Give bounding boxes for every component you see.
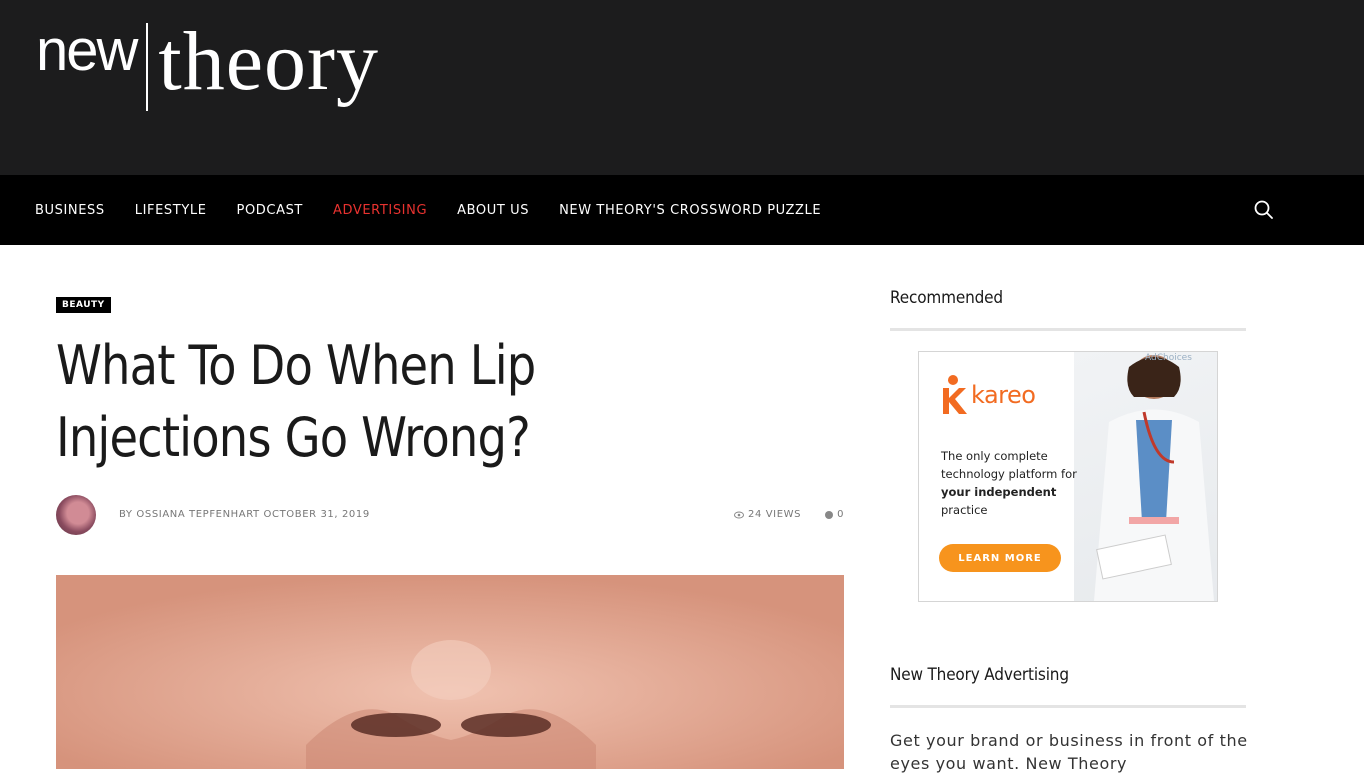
nav-item-crossword[interactable]: NEW THEORY'S CROSSWORD PUZZLE [559, 203, 821, 218]
kareo-ad[interactable]: AdChoices kareo The only complete techno… [918, 351, 1218, 602]
learn-more-button[interactable]: LEARN MORE [939, 544, 1061, 572]
ad-copy-bold: your independent [941, 485, 1057, 499]
logo-divider [146, 23, 149, 111]
ad-copy-plain: The only complete technology platform fo… [941, 449, 1077, 481]
adchoices-label[interactable]: AdChoices [1145, 353, 1192, 363]
article-byline: BY OSSIANA TEPFENHART OCTOBER 31, 2019 [119, 509, 370, 520]
article-hero-image [56, 575, 844, 769]
kareo-brand-text: kareo [971, 381, 1036, 409]
advertising-text: Get your brand or business in front of t… [890, 731, 1248, 773]
logo-theory-text: theory [158, 15, 379, 108]
main-nav: BUSINESS LIFESTYLE PODCAST ADVERTISING A… [0, 175, 1364, 245]
logo-new-text: new [36, 18, 138, 83]
kareo-logo-icon [943, 375, 967, 414]
nav-item-podcast[interactable]: PODCAST [237, 203, 303, 218]
recommended-divider [890, 328, 1246, 331]
search-icon[interactable] [1253, 199, 1275, 221]
category-badge[interactable]: BEAUTY [56, 297, 111, 313]
article-title: What To Do When Lip Injections Go Wrong? [56, 334, 536, 469]
ad-copy: The only complete technology platform fo… [941, 447, 1081, 519]
views-count: 24 VIEWS [748, 509, 802, 520]
advertising-heading: New Theory Advertising [890, 665, 1069, 685]
article-meta: 24 VIEWS 0 [734, 509, 844, 520]
site-header: new theory [0, 0, 1364, 175]
comments-count[interactable]: 0 [837, 509, 844, 520]
ad-copy-end: practice [941, 503, 988, 517]
nav-item-lifestyle[interactable]: LIFESTYLE [135, 203, 207, 218]
site-logo[interactable]: new theory [36, 20, 379, 120]
recommended-heading: Recommended [890, 288, 1003, 308]
comment-icon[interactable] [825, 510, 834, 519]
kareo-logo: kareo [939, 374, 1036, 416]
hero-nose-illustration [56, 575, 844, 769]
nav-item-about-us[interactable]: ABOUT US [457, 203, 529, 218]
advertising-divider [890, 705, 1246, 708]
nav-item-advertising[interactable]: ADVERTISING [333, 203, 427, 218]
nav-item-business[interactable]: BUSINESS [35, 203, 105, 218]
author-avatar[interactable] [56, 495, 96, 535]
ad-doctor-image [1074, 352, 1217, 601]
eye-icon [734, 511, 744, 518]
